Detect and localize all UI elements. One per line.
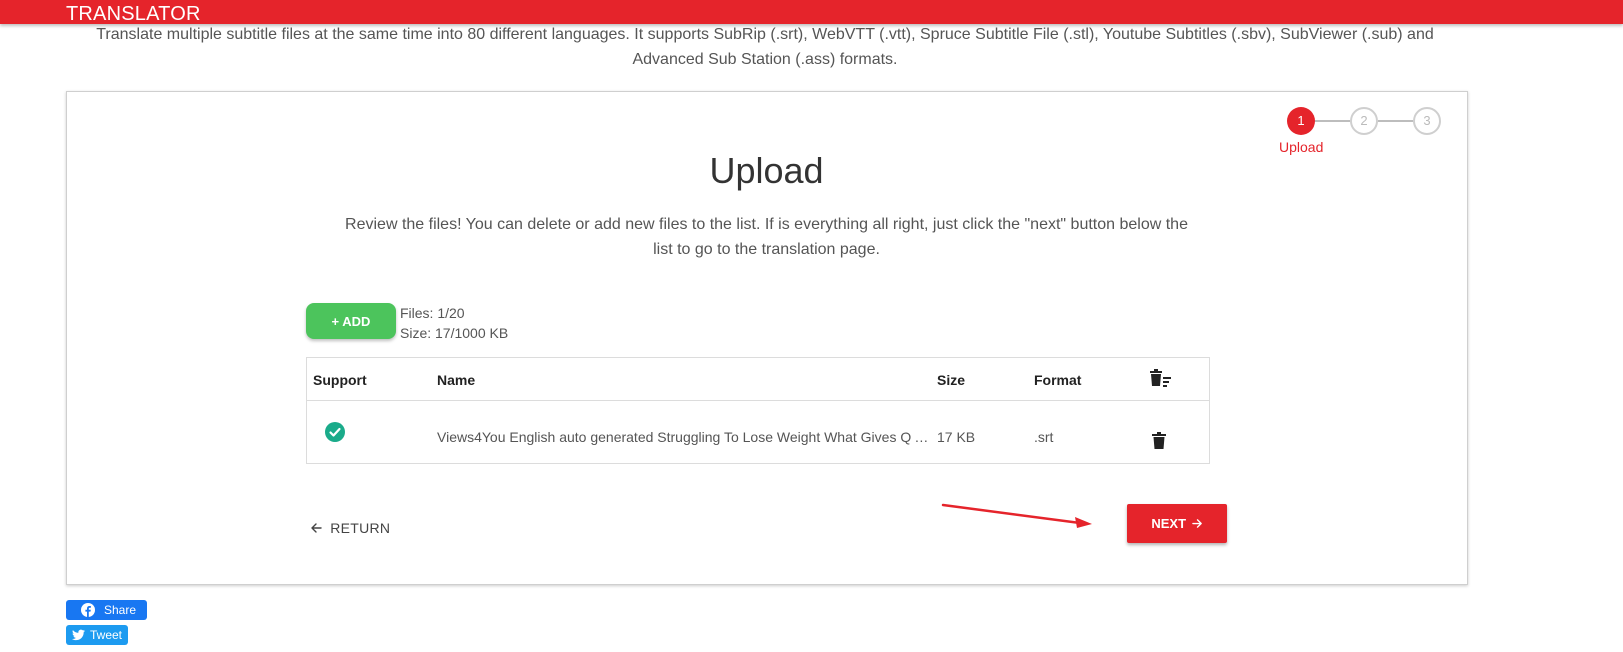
facebook-share-button[interactable]: Share (66, 600, 147, 620)
next-label: NEXT (1151, 516, 1187, 531)
intro-text: Translate multiple subtitle files at the… (96, 26, 1434, 68)
file-size: 17 KB (937, 429, 976, 445)
page-description: Review the files! You can delete or add … (345, 216, 1188, 258)
share-label: Share (104, 603, 137, 617)
twitter-tweet-button[interactable]: Tweet (66, 625, 128, 645)
top-bar: TRANSLATOR (0, 0, 1623, 25)
page-title: Upload (709, 150, 824, 191)
table-row: Views4You English auto generated Struggl… (307, 401, 1209, 464)
header-support: Support (313, 372, 367, 388)
return-label: RETURN (330, 520, 391, 536)
facebook-icon (81, 603, 95, 617)
add-files-button[interactable]: + ADD (306, 303, 396, 339)
arrow-right-icon (1191, 519, 1202, 528)
header-format: Format (1034, 372, 1082, 388)
twitter-icon (72, 629, 85, 641)
file-name: Views4You English auto generated Struggl… (437, 429, 929, 445)
file-format: .srt (1034, 429, 1054, 445)
step-connector (1378, 120, 1413, 122)
arrow-left-icon (311, 523, 322, 533)
files-count: Files: 1/20 (400, 305, 465, 321)
files-size: Size: 17/1000 KB (400, 325, 509, 341)
step-2: 2 (1350, 107, 1378, 135)
step-3: 3 (1413, 107, 1441, 135)
trash-icon[interactable] (1152, 432, 1166, 449)
return-button[interactable]: RETURN (310, 520, 390, 536)
header-name: Name (437, 372, 476, 388)
tweet-label: Tweet (90, 628, 123, 642)
table-header: Support Name Size Format (307, 358, 1209, 401)
next-button[interactable]: NEXT (1127, 504, 1227, 543)
files-table: Support Name Size Format Views4You Engli… (306, 357, 1210, 464)
files-info: Files: 1/20 Size: 17/1000 KB (400, 303, 508, 343)
step-1: 1 (1287, 107, 1315, 135)
trash-list-icon[interactable] (1150, 369, 1172, 387)
header-size: Size (937, 372, 966, 388)
step-connector (1315, 120, 1350, 122)
check-circle-icon (325, 422, 345, 442)
pointer-arrow-annotation (941, 503, 1092, 528)
